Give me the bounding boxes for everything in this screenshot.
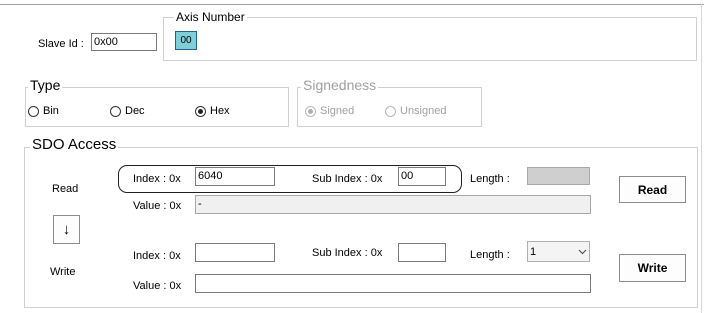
radio-selected-dot [198, 108, 203, 114]
type-group [25, 87, 289, 127]
radio-signed[interactable]: Signed [305, 105, 354, 117]
radio-signed-indicator[interactable] [305, 105, 316, 117]
window-top-border [0, 4, 704, 5]
read-subindex-field[interactable]: 00 [398, 167, 446, 186]
write-length-label: Length : [470, 249, 510, 261]
write-length-value: 1 [530, 245, 537, 258]
type-legend: Type [28, 77, 63, 93]
write-value-field[interactable] [195, 274, 591, 293]
read-index-field[interactable]: 6040 [195, 167, 275, 186]
radio-hex[interactable]: Hex [195, 105, 230, 117]
radio-signed-label: Signed [320, 105, 355, 117]
chevron-down-icon[interactable] [578, 249, 587, 255]
radio-dec-indicator[interactable] [110, 105, 121, 117]
read-index-label: Index : 0x [133, 173, 181, 185]
radio-unsigned-indicator[interactable] [385, 105, 396, 117]
radio-unsigned[interactable]: Unsigned [385, 105, 446, 117]
read-button[interactable]: Read [619, 176, 686, 203]
read-length-field [527, 167, 590, 185]
write-index-label: Index : 0x [133, 250, 181, 262]
radio-dec-label: Dec [125, 105, 145, 117]
axis-number-legend: Axis Number [174, 9, 247, 25]
read-length-label: Length : [470, 173, 510, 185]
read-subindex-label: Sub Index : 0x [312, 173, 383, 185]
read-value-field[interactable]: - [195, 195, 591, 214]
signedness-legend: Signedness [301, 77, 379, 93]
slave-id-field[interactable]: 0x00 [91, 33, 157, 51]
radio-selected-dot [308, 108, 313, 114]
write-subindex-field[interactable] [398, 243, 446, 262]
write-section-label: Write [50, 266, 76, 278]
write-button[interactable]: Write [619, 254, 686, 282]
write-subindex-label: Sub Index : 0x [312, 247, 383, 259]
radio-hex-indicator[interactable] [195, 105, 206, 117]
radio-bin[interactable]: Bin [28, 105, 59, 117]
window-right-border [701, 4, 702, 313]
radio-dec[interactable]: Dec [110, 105, 145, 117]
radio-bin-label: Bin [43, 105, 59, 117]
sdo-access-legend: SDO Access [30, 136, 119, 153]
radio-unsigned-label: Unsigned [400, 105, 447, 117]
write-value-label: Value : 0x [133, 280, 182, 292]
radio-bin-indicator[interactable] [28, 105, 39, 117]
read-value-label: Value : 0x [133, 200, 182, 212]
write-length-select[interactable]: 1 [527, 241, 590, 262]
arrow-down-button[interactable]: ↓ [53, 215, 80, 244]
axis-number-field[interactable]: 00 [175, 31, 197, 50]
radio-hex-label: Hex [210, 105, 230, 117]
arrow-down-icon: ↓ [62, 221, 71, 238]
write-index-field[interactable] [195, 243, 275, 262]
slave-id-label: Slave Id : [38, 38, 84, 50]
read-section-label: Read [52, 183, 79, 195]
